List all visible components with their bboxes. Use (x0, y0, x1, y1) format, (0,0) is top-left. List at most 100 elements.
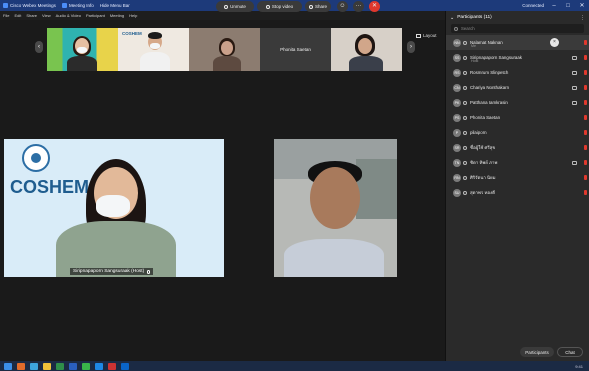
participant-row[interactable]: Ppilaiporn (446, 125, 589, 140)
meeting-info-tab[interactable]: Meeting Info (61, 3, 94, 8)
camera-icon (265, 4, 270, 9)
avatar: P (453, 128, 461, 137)
participant-row[interactable]: CN Chariya Nonthakarn (446, 80, 589, 95)
panel-menu-icon[interactable]: ⋮ (580, 15, 585, 21)
share-button[interactable]: Share (305, 1, 331, 12)
user-icon (463, 175, 467, 180)
gallery-tile-4[interactable]: Phonita Saetan (260, 28, 331, 71)
menu-meeting[interactable]: Meeting (110, 13, 124, 18)
gallery-tile-3[interactable] (189, 28, 260, 71)
close-icon[interactable]: × (550, 38, 559, 47)
participant-role: Host (471, 59, 479, 63)
leave-meeting-button[interactable]: ✕ (369, 1, 380, 12)
user-icon (463, 115, 467, 120)
participant-face (358, 38, 372, 54)
participant-name: Chariya Nonthakarn (470, 85, 510, 90)
video-icon (572, 160, 577, 165)
maximize-button[interactable]: □ (564, 3, 572, 9)
participant-row[interactable]: PS Phonita Saetan (446, 110, 589, 125)
participant-name: Rosmrum Slinpetch (470, 70, 509, 75)
minimize-button[interactable]: – (550, 3, 558, 9)
webex-icon (3, 3, 8, 8)
close-button[interactable]: ✕ (578, 2, 586, 9)
browser-icon[interactable] (30, 362, 38, 370)
webex-window: Cisco Webex Meetings Meeting Info Hide M… (0, 0, 589, 371)
participant-name: Phonita Saetan (470, 115, 501, 120)
participant-row[interactable]: PK Patthana Iamkrasin (446, 95, 589, 110)
avatar: RS (453, 68, 461, 77)
participant-name: ชื่อผู้ใช้ ศรีสุข (470, 145, 496, 150)
avatar: TN (453, 158, 461, 167)
participant-list: NN Nalamat Naknan Me × SS Siripnapaporn Sangs… (446, 35, 589, 200)
more-options-button[interactable]: ··· (353, 1, 364, 12)
collapse-chevron-icon[interactable]: ⌄ (450, 15, 454, 21)
face-mask (77, 47, 87, 53)
folder-icon[interactable] (43, 362, 51, 370)
participant-name: สุดาพร ทองดี (470, 190, 495, 195)
stop-video-button[interactable]: Stop video (257, 1, 302, 12)
gallery-tile-4-name: Phonita Saetan (280, 47, 311, 52)
participant-search-input[interactable]: Search (451, 24, 584, 33)
avatar: PK (453, 98, 461, 107)
user-icon (463, 40, 467, 45)
video-icon (572, 100, 577, 105)
chat-toggle-button[interactable]: Chat (557, 347, 583, 357)
taskbar-clock: 9:41 (575, 363, 583, 369)
word-icon[interactable] (69, 362, 77, 370)
connection-status: Connected (522, 3, 544, 8)
app-icon[interactable] (17, 362, 25, 370)
user-icon (463, 190, 467, 195)
participant-row[interactable]: TN ชิดา ทิพย์ ภาพ (446, 155, 589, 170)
participants-toggle-button[interactable]: Participants (520, 347, 554, 357)
muted-microphone-icon (584, 40, 587, 45)
main-video-host[interactable]: COSHEM Siripnapaporn Sangsuraak (Host) (4, 139, 224, 277)
menu-file[interactable]: File (3, 13, 9, 18)
muted-microphone-icon (584, 70, 587, 75)
layout-button[interactable]: Layout (416, 33, 437, 38)
gallery-next-button[interactable]: › (407, 41, 415, 53)
menu-view[interactable]: View (42, 13, 51, 18)
participant-name: ชิดา ทิพย์ ภาพ (470, 160, 498, 165)
participant-row[interactable]: SR ชื่อผู้ใช้ ศรีสุข (446, 140, 589, 155)
start-menu-icon[interactable] (4, 362, 12, 370)
menu-audio-video[interactable]: Audio & Video (56, 13, 81, 18)
media-icon[interactable] (108, 362, 116, 370)
menu-edit[interactable]: Edit (14, 13, 21, 18)
gallery-tile-2[interactable]: COSHEM (118, 28, 189, 71)
participant-face (221, 41, 233, 55)
microphone-icon (147, 269, 151, 274)
participant-row[interactable]: SS Siripnapaporn Sangsuraak Host (446, 50, 589, 65)
line-icon[interactable] (82, 362, 90, 370)
muted-microphone-icon (584, 115, 587, 120)
share-icon (309, 4, 313, 9)
coshem-logo: COSHEM (10, 177, 90, 197)
video-icon (572, 70, 577, 75)
webex-taskbar-icon[interactable] (95, 362, 103, 370)
gallery-tile-1[interactable] (47, 28, 118, 71)
reactions-button[interactable]: ☺ (337, 1, 348, 12)
menu-help[interactable]: Help (129, 13, 137, 18)
muted-microphone-icon (584, 145, 587, 150)
edge-icon[interactable] (121, 362, 129, 370)
participant-row[interactable]: RS Rosmrum Slinpetch (446, 65, 589, 80)
university-seal-logo (22, 144, 50, 172)
participant-row[interactable]: NN Nalamat Naknan Me × (446, 35, 589, 50)
info-icon (61, 3, 67, 8)
excel-icon[interactable] (56, 362, 64, 370)
participant-row[interactable]: SU สุดาพร ทองดี (446, 185, 589, 200)
user-icon (463, 100, 467, 105)
gallery-prev-button[interactable]: ‹ (35, 41, 43, 53)
hide-menu-bar-tab[interactable]: Hide Menu Bar (100, 3, 130, 8)
gallery-tile-5[interactable] (331, 28, 402, 71)
participant-body (67, 56, 97, 71)
background-window (356, 159, 397, 219)
host-name-tag: Siripnapaporn Sangsuraak (Host) (70, 268, 154, 275)
unmute-button[interactable]: Unmute (216, 1, 254, 12)
main-video-participant[interactable] (274, 139, 397, 277)
user-icon (463, 70, 467, 75)
participant-row[interactable]: RN ศิริรัตนา นิยม (446, 170, 589, 185)
participant-body (213, 56, 241, 71)
menu-participant[interactable]: Participant (86, 13, 105, 18)
menu-share[interactable]: Share (26, 13, 37, 18)
video-icon (572, 55, 577, 60)
